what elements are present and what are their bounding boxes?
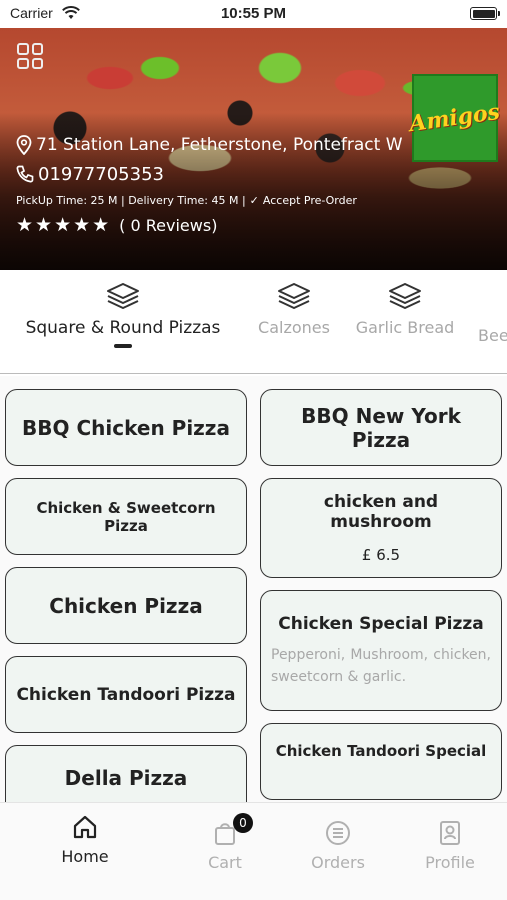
menu-item-card[interactable]: Chicken Pizza <box>5 567 247 644</box>
nav-profile[interactable]: Profile <box>395 819 505 872</box>
profile-badge-icon <box>440 821 460 845</box>
clock: 10:55 PM <box>220 5 287 22</box>
tab-garlic-bread[interactable]: Garlic Bread <box>352 282 458 337</box>
menu-item-name: Chicken Tandoori Pizza <box>16 684 236 705</box>
menu-item-card[interactable]: Chicken Special Pizza Pepperoni, Mushroo… <box>260 590 502 711</box>
preorder-label: Accept Pre-Order <box>262 193 357 207</box>
tab-label: Square & Round Pizzas <box>25 318 221 338</box>
nav-orders[interactable]: Orders <box>283 819 393 872</box>
battery-icon <box>470 7 500 20</box>
review-count[interactable]: ( 0 Reviews) <box>119 216 217 235</box>
nav-label: Cart <box>208 853 242 872</box>
menu-item-name: Chicken Tandoori Special <box>275 742 487 760</box>
menu-item-card[interactable]: Chicken Tandoori Special <box>260 723 502 800</box>
cart-count-badge: 0 <box>233 813 253 833</box>
orders-list-icon <box>326 821 350 845</box>
menu-item-price: £ 6.5 <box>361 546 401 564</box>
restaurant-logo: Amigos <box>408 74 502 162</box>
nav-cart[interactable]: 0 Cart <box>170 813 280 872</box>
tab-label: Calzones <box>258 318 330 337</box>
nav-label: Profile <box>425 853 475 872</box>
bottom-nav: Home 0 Cart Orders Profile <box>0 802 507 900</box>
tab-label: Garlic Bread <box>355 318 455 337</box>
address-text: 71 Station Lane, Fetherstone, Pontefract… <box>36 135 403 155</box>
menu-item-name: Chicken & Sweetcorn Pizza <box>36 499 216 535</box>
tab-beers[interactable]: Bee <box>478 282 507 345</box>
logo-text: Amigos <box>408 98 502 138</box>
nav-label: Home <box>61 847 109 866</box>
tab-square-round-pizzas[interactable]: Square & Round Pizzas <box>12 282 234 348</box>
menu-item-name: Chicken Pizza <box>49 593 203 618</box>
phone-number[interactable]: 01977705353 <box>38 164 164 185</box>
delivery-times: PickUp Time: 25 M | Delivery Time: 45 M … <box>16 193 246 207</box>
layers-icon <box>278 283 310 309</box>
tab-label: Bee <box>478 326 507 345</box>
nav-label: Orders <box>311 853 365 872</box>
menu-item-name: BBQ Chicken Pizza <box>22 415 230 440</box>
layers-icon <box>389 283 421 309</box>
phone-icon <box>16 165 34 183</box>
home-icon <box>73 815 97 839</box>
restaurant-info: 71 Station Lane, Fetherstone, Pontefract… <box>16 132 416 238</box>
menu-item-name: Della Pizza <box>64 766 188 790</box>
menu-item-card[interactable]: Chicken Tandoori Pizza <box>5 656 247 733</box>
menu-item-card[interactable]: chicken and mushroom £ 6.5 <box>260 478 502 578</box>
tab-icon-spacer <box>478 282 507 318</box>
menu-item-name: chicken and mushroom <box>323 492 439 532</box>
menu-item-card[interactable]: Della Pizza <box>5 745 247 802</box>
active-tab-indicator <box>114 344 132 348</box>
restaurant-header: Amigos 71 Station Lane, Fetherstone, Pon… <box>0 28 507 270</box>
location-pin-icon <box>16 135 32 155</box>
menu-item-name: Chicken Special Pizza <box>278 613 484 634</box>
menu-item-card[interactable]: BBQ New York Pizza <box>260 389 502 466</box>
nav-home[interactable]: Home <box>30 813 140 866</box>
category-tabs: Square & Round Pizzas Calzones Garlic Br… <box>0 270 507 374</box>
menu-item-name: BBQ New York Pizza <box>301 403 461 452</box>
menu-grid: BBQ Chicken Pizza BBQ New York Pizza Chi… <box>0 376 507 802</box>
status-bar: Carrier 10:55 PM <box>0 0 507 28</box>
grid-menu-icon[interactable] <box>17 43 43 69</box>
menu-item-card[interactable]: BBQ Chicken Pizza <box>5 389 247 466</box>
times-row: PickUp Time: 25 M | Delivery Time: 45 M … <box>16 190 416 210</box>
rating-row: ★★★★★ ( 0 Reviews) <box>16 212 416 238</box>
address-row: 71 Station Lane, Fetherstone, Pontefract… <box>16 132 416 158</box>
layers-icon <box>107 283 139 309</box>
menu-item-description: Pepperoni, Mushroom, chicken, sweetcorn … <box>271 646 491 685</box>
check-icon: ✓ <box>249 193 259 207</box>
tab-calzones[interactable]: Calzones <box>253 282 335 337</box>
menu-item-card[interactable]: Chicken & Sweetcorn Pizza <box>5 478 247 555</box>
star-rating: ★★★★★ <box>16 214 112 236</box>
phone-row[interactable]: 01977705353 <box>16 160 416 188</box>
